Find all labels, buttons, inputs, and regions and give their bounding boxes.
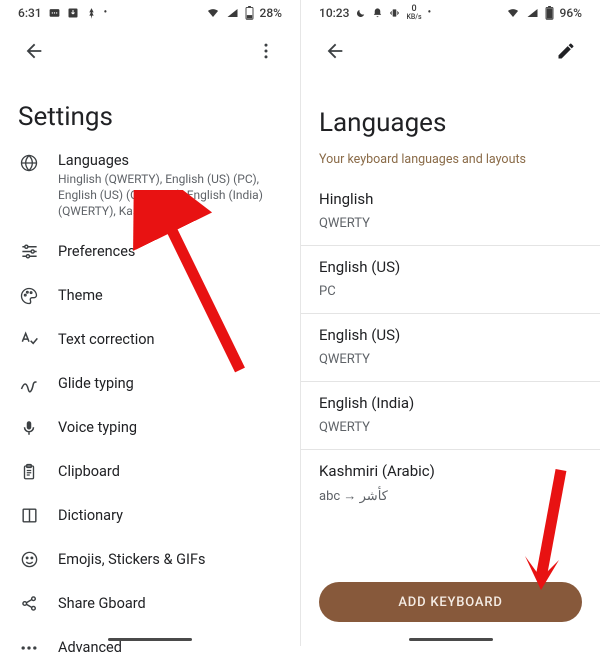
book-icon — [18, 505, 40, 527]
settings-item-glide[interactable]: Glide typing — [0, 362, 300, 406]
moon-icon — [355, 8, 366, 19]
add-keyboard-button[interactable]: ADD KEYBOARD — [319, 582, 582, 622]
signal-icon — [526, 7, 539, 19]
back-button[interactable] — [14, 31, 54, 71]
item-title: Advanced — [58, 639, 122, 656]
language-layout: QWERTY — [319, 352, 582, 367]
item-title: Languages — [58, 152, 278, 169]
gesture-icon — [18, 373, 40, 395]
screen-languages: 10:23 0 KB/s • 96% Languages Your keyboa… — [300, 0, 600, 646]
status-more: • — [104, 8, 108, 18]
item-title: Text correction — [58, 331, 155, 348]
screen-settings: 6:31 • 28% Settings Languages Hinglish (… — [0, 0, 300, 646]
language-row[interactable]: English (India) QWERTY — [301, 382, 600, 450]
mic-icon — [18, 417, 40, 439]
wifi-icon — [506, 7, 520, 19]
app-bar — [0, 24, 300, 78]
edit-button[interactable] — [546, 31, 586, 71]
overflow-menu-button[interactable] — [246, 31, 286, 71]
status-time: 6:31 — [18, 6, 42, 20]
back-button[interactable] — [315, 31, 355, 71]
battery-pct: 28% — [260, 6, 282, 20]
language-name: English (India) — [319, 394, 582, 412]
language-layout: QWERTY — [319, 216, 582, 231]
share-icon — [18, 593, 40, 615]
clipboard-icon — [18, 461, 40, 483]
language-layout: QWERTY — [319, 420, 582, 435]
bell-icon — [372, 7, 383, 19]
status-bar: 10:23 0 KB/s • 96% — [301, 0, 600, 24]
settings-item-voice[interactable]: Voice typing — [0, 406, 300, 450]
message-icon — [48, 7, 61, 20]
language-name: Kashmiri (Arabic) — [319, 462, 582, 480]
vibrate-icon — [389, 7, 400, 19]
item-title: Clipboard — [58, 463, 120, 480]
palette-icon — [18, 285, 40, 307]
settings-item-theme[interactable]: Theme — [0, 274, 300, 318]
settings-item-languages[interactable]: Languages Hinglish (QWERTY), English (US… — [0, 146, 300, 230]
settings-item-dictionary[interactable]: Dictionary — [0, 494, 300, 538]
sliders-icon — [18, 241, 40, 263]
more-horiz-icon — [18, 637, 40, 659]
settings-item-preferences[interactable]: Preferences — [0, 230, 300, 274]
wifi-icon — [206, 7, 220, 19]
download-icon — [67, 7, 79, 19]
battery-icon — [545, 6, 554, 20]
status-bar: 6:31 • 28% — [0, 0, 300, 24]
language-row[interactable]: Kashmiri (Arabic) abc → كأشر — [301, 450, 600, 518]
globe-icon — [18, 152, 40, 174]
language-name: Hinglish — [319, 190, 582, 208]
add-keyboard-label: ADD KEYBOARD — [398, 595, 502, 610]
page-title: Settings — [0, 78, 300, 146]
language-name: English (US) — [319, 326, 582, 344]
language-row[interactable]: English (US) QWERTY — [301, 314, 600, 382]
signal-icon — [226, 7, 239, 19]
item-title: Dictionary — [58, 507, 123, 524]
language-list: Hinglish QWERTY English (US) PC English … — [301, 177, 600, 518]
item-subtitle: Hinglish (QWERTY), English (US) (PC), En… — [58, 171, 278, 220]
status-time: 10:23 — [319, 6, 349, 20]
settings-item-textcorrection[interactable]: Text correction — [0, 318, 300, 362]
settings-item-clipboard[interactable]: Clipboard — [0, 450, 300, 494]
item-title: Share Gboard — [58, 595, 146, 612]
item-title: Emojis, Stickers & GIFs — [58, 551, 205, 568]
status-more: • — [428, 8, 432, 18]
language-name: English (US) — [319, 258, 582, 276]
language-row[interactable]: English (US) PC — [301, 246, 600, 314]
carrier-icon — [85, 7, 98, 20]
emoji-icon — [18, 549, 40, 571]
battery-icon — [245, 6, 254, 20]
page-title: Languages — [301, 78, 600, 152]
language-row[interactable]: Hinglish QWERTY — [301, 178, 600, 246]
item-title: Voice typing — [58, 419, 137, 436]
nav-pill[interactable] — [108, 638, 192, 641]
settings-item-advanced[interactable]: Advanced — [0, 626, 300, 670]
item-title: Theme — [58, 287, 103, 304]
settings-item-emoji[interactable]: Emojis, Stickers & GIFs — [0, 538, 300, 582]
nav-pill[interactable] — [409, 638, 493, 641]
language-layout: abc → كأشر — [319, 488, 582, 504]
item-title: Glide typing — [58, 375, 134, 392]
settings-item-share[interactable]: Share Gboard — [0, 582, 300, 626]
net-speed: 0 KB/s — [406, 5, 421, 21]
app-bar — [301, 24, 600, 78]
item-title: Preferences — [58, 243, 135, 260]
language-layout: PC — [319, 284, 582, 299]
spellcheck-icon — [18, 329, 40, 351]
battery-pct: 96% — [560, 6, 582, 20]
languages-hint: Your keyboard languages and layouts — [301, 152, 600, 177]
